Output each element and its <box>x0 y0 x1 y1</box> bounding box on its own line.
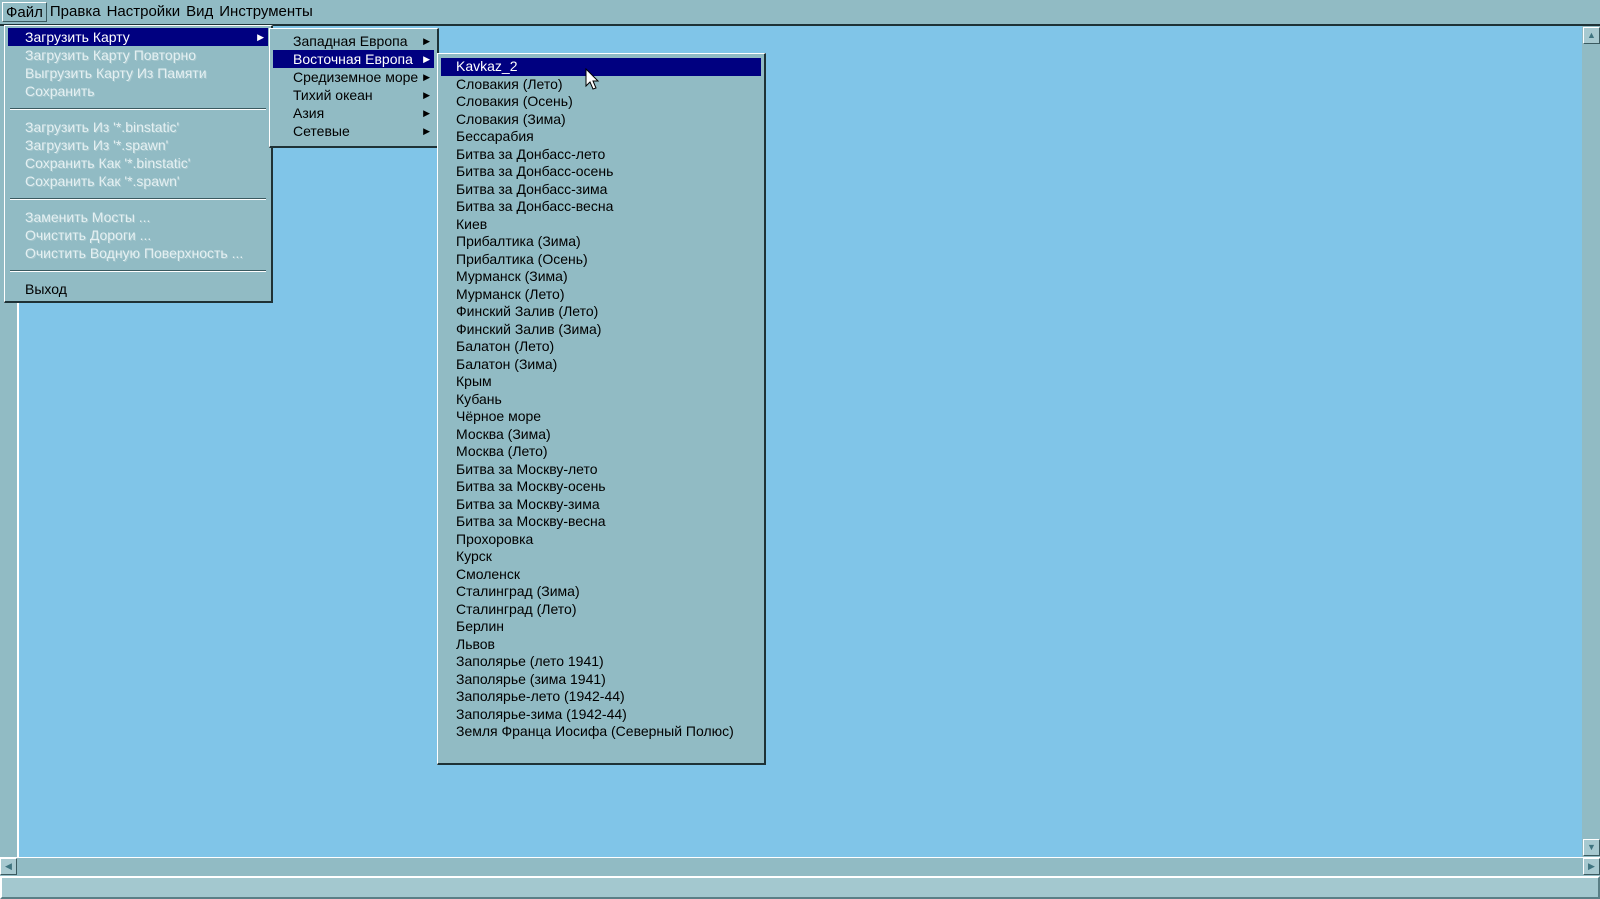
map-item[interactable]: Берлин <box>441 618 761 636</box>
map-item[interactable]: Мурманск (Лето) <box>441 286 761 304</box>
map-item[interactable]: Прибалтика (Осень) <box>441 251 761 269</box>
menu-item-load-map[interactable]: Загрузить Карту ▶ <box>8 28 268 46</box>
file-menu: Загрузить Карту ▶ Загрузить Карту Повторн… <box>4 25 273 303</box>
mouse-cursor-icon <box>585 68 600 90</box>
map-item[interactable]: Москва (Лето) <box>441 443 761 461</box>
map-item[interactable]: Мурманск (Зима) <box>441 268 761 286</box>
label: Загрузить Карту <box>25 29 130 45</box>
submenu-arrow-icon: ▶ <box>423 126 430 136</box>
map-item[interactable]: Балатон (Лето) <box>441 338 761 356</box>
region-item[interactable]: Азия ▶ <box>273 104 434 122</box>
maps-submenu: Kavkaz_2 Словакия (Лето) Словакия (Осень) С… <box>437 53 766 765</box>
menu-item-reload-map: Загрузить Карту Повторно <box>25 47 197 63</box>
menu-file[interactable]: Файл <box>2 2 47 22</box>
menu-item-save-binstatic: Сохранить Как '*.binstatic' <box>25 155 191 171</box>
scroll-left-icon[interactable]: ◀ <box>0 858 17 875</box>
scroll-up-icon[interactable]: ▲ <box>1583 27 1600 44</box>
map-item[interactable]: Прохоровка <box>441 531 761 549</box>
menu-separator <box>8 262 268 280</box>
map-item[interactable]: Сталинград (Зима) <box>441 583 761 601</box>
map-item[interactable]: Словакия (Зима) <box>441 111 761 129</box>
map-item[interactable]: Финский Залив (Лето) <box>441 303 761 321</box>
map-item[interactable]: Москва (Зима) <box>441 426 761 444</box>
region-item[interactable]: Средиземное море ▶ <box>273 68 434 86</box>
menu-item-save-spawn: Сохранить Как '*.spawn' <box>25 173 180 189</box>
scroll-right-icon[interactable]: ▶ <box>1583 858 1600 875</box>
map-item[interactable]: Земля Франца Иосифа (Северный Полюс) <box>441 723 761 741</box>
map-item[interactable]: Битва за Москву-осень <box>441 478 761 496</box>
menu-item-clear-water: Очистить Водную Поверхность ... <box>25 245 244 261</box>
vertical-scrollbar[interactable]: ▲ ▼ <box>1582 26 1600 857</box>
submenu-arrow-icon: ▶ <box>423 36 430 46</box>
label: Восточная Европа <box>293 51 413 67</box>
horizontal-scrollbar[interactable]: ◀ ▶ <box>0 857 1600 875</box>
region-item[interactable]: Западная Европа ▶ <box>273 32 434 50</box>
map-item[interactable]: Словакия (Осень) <box>441 93 761 111</box>
map-item[interactable]: Заполярье (зима 1941) <box>441 671 761 689</box>
menu-tools[interactable]: Инструменты <box>216 2 316 22</box>
region-item[interactable]: Восточная Европа ▶ <box>273 50 434 68</box>
map-item[interactable]: Заполярье-зима (1942-44) <box>441 706 761 724</box>
menu-separator <box>8 190 268 208</box>
map-item[interactable]: Балатон (Зима) <box>441 356 761 374</box>
map-item[interactable]: Битва за Москву-лето <box>441 461 761 479</box>
map-item[interactable]: Бессарабия <box>441 128 761 146</box>
map-item[interactable]: Курск <box>441 548 761 566</box>
map-item[interactable]: Битва за Донбасс-зима <box>441 181 761 199</box>
label: Сетевые <box>293 123 350 139</box>
menu-separator <box>8 100 268 118</box>
region-item[interactable]: Сетевые ▶ <box>273 122 434 140</box>
submenu-arrow-icon: ▶ <box>423 54 430 64</box>
map-item[interactable]: Кубань <box>441 391 761 409</box>
map-item[interactable]: Kavkaz_2 <box>441 58 761 76</box>
menu-item-clear-roads: Очистить Дороги ... <box>25 227 152 243</box>
label: Азия <box>293 105 325 121</box>
submenu-arrow-icon: ▶ <box>423 108 430 118</box>
menu-item-replace-bridges: Заменить Мосты ... <box>25 209 151 225</box>
scroll-down-icon[interactable]: ▼ <box>1583 839 1600 856</box>
submenu-arrow-icon: ▶ <box>423 72 430 82</box>
map-item[interactable]: Крым <box>441 373 761 391</box>
menu-item-load-spawn: Загрузить Из '*.spawn' <box>25 137 169 153</box>
map-item[interactable]: Битва за Донбасс-лето <box>441 146 761 164</box>
menu-item-unload-map: Выгрузить Карту Из Памяти <box>25 65 207 81</box>
regions-submenu: Западная Европа ▶ Восточная Европа ▶ Средизе… <box>269 28 439 148</box>
map-item[interactable]: Битва за Донбасс-весна <box>441 198 761 216</box>
menu-view[interactable]: Вид <box>183 2 216 22</box>
map-item[interactable]: Заполярье (лето 1941) <box>441 653 761 671</box>
map-item[interactable]: Заполярье-лето (1942-44) <box>441 688 761 706</box>
submenu-arrow-icon: ▶ <box>257 32 264 42</box>
map-item[interactable]: Чёрное море <box>441 408 761 426</box>
label: Средиземное море <box>293 69 419 85</box>
map-item[interactable]: Киев <box>441 216 761 234</box>
map-item[interactable]: Битва за Москву-весна <box>441 513 761 531</box>
map-item[interactable]: Львов <box>441 636 761 654</box>
map-item[interactable]: Прибалтика (Зима) <box>441 233 761 251</box>
region-item[interactable]: Тихий океан ▶ <box>273 86 434 104</box>
map-item[interactable]: Словакия (Лето) <box>441 76 761 94</box>
map-item[interactable]: Смоленск <box>441 566 761 584</box>
menu-item-load-binstatic: Загрузить Из '*.binstatic' <box>25 119 180 135</box>
menu-item-exit[interactable]: Выход <box>8 280 268 298</box>
label: Западная Европа <box>293 33 408 49</box>
map-item[interactable]: Сталинград (Лето) <box>441 601 761 619</box>
map-item[interactable]: Финский Залив (Зима) <box>441 321 761 339</box>
status-bar <box>0 876 1600 899</box>
menu-edit[interactable]: Правка <box>47 2 104 22</box>
map-item[interactable]: Битва за Донбасс-осень <box>441 163 761 181</box>
map-item[interactable]: Битва за Москву-зима <box>441 496 761 514</box>
menu-bar: Файл Правка Настройки Вид Инструменты <box>0 0 1600 24</box>
menu-settings[interactable]: Настройки <box>104 2 184 22</box>
label: Тихий океан <box>293 87 373 103</box>
submenu-arrow-icon: ▶ <box>423 90 430 100</box>
menu-item-save: Сохранить <box>25 83 95 99</box>
